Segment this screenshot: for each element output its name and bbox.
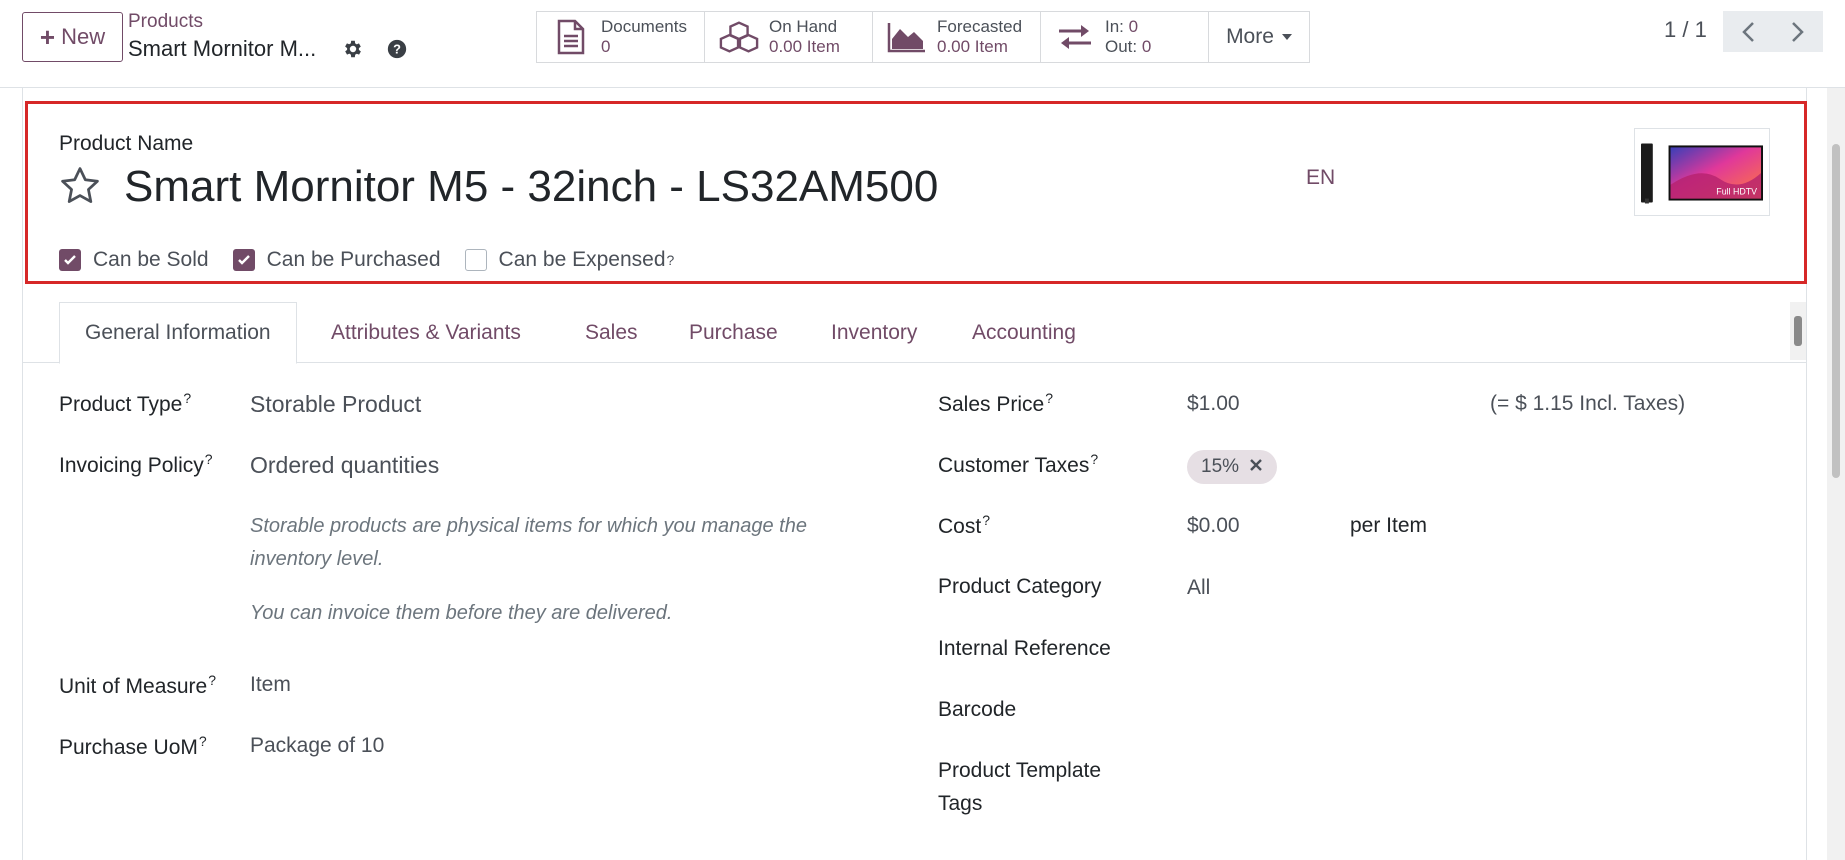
gear-icon[interactable] xyxy=(341,37,365,61)
out-label: Out: xyxy=(1105,37,1138,56)
tab-accounting[interactable]: Accounting xyxy=(972,302,1076,363)
pager-next-button[interactable] xyxy=(1773,11,1823,52)
pager-previous-button[interactable] xyxy=(1723,11,1773,52)
invoicing-policy-label: Invoicing Policy? xyxy=(59,451,213,477)
product-name-field[interactable]: Smart Mornitor M5 - 32inch - LS32AM500 xyxy=(124,162,938,212)
can-be-purchased-checkbox[interactable]: Can be Purchased xyxy=(232,248,441,272)
customer-taxes-label: Customer Taxes? xyxy=(938,451,1099,477)
product-image[interactable]: Full HDTV xyxy=(1634,128,1770,216)
chevron-left-icon xyxy=(1742,21,1754,42)
sales-price-incl-taxes: (= $ 1.15 Incl. Taxes) xyxy=(1490,392,1686,415)
more-dropdown[interactable]: More xyxy=(1209,12,1309,62)
template-tags-label-line1: Product Template xyxy=(938,759,1102,782)
can-be-sold-checkbox[interactable]: Can be Sold xyxy=(59,248,209,272)
help-tooltip-mark[interactable]: ? xyxy=(205,451,213,467)
plus-icon: + xyxy=(39,22,56,52)
tax-tag-label: 15% xyxy=(1201,456,1240,477)
cost-label: Cost? xyxy=(938,512,990,538)
product-category-label: Product Category xyxy=(938,575,1102,598)
stat-label: Forecasted xyxy=(937,17,1023,36)
chevron-right-icon xyxy=(1792,21,1804,42)
page-scrollbar[interactable] xyxy=(1827,88,1845,860)
product-type-help-text: Storable products are physical items for… xyxy=(250,515,807,570)
barcode-label: Barcode xyxy=(938,698,1017,721)
invoicing-help-text: You can invoice them before they are del… xyxy=(250,602,673,624)
checkbox-unchecked-icon xyxy=(464,249,487,271)
stat-value: 0.00 Item xyxy=(937,37,1008,56)
caret-down-icon xyxy=(1281,34,1292,40)
stat-value: 0.00 Item xyxy=(769,37,840,56)
on-hand-stat-button[interactable]: On Hand 0.00 Item xyxy=(705,12,873,62)
purchase-uom-field[interactable]: Package of 10 xyxy=(250,734,384,758)
stat-label: On Hand xyxy=(769,17,838,36)
svg-text:?: ? xyxy=(393,42,401,57)
product-type-label: Product Type? xyxy=(59,390,192,416)
product-category-field[interactable]: All xyxy=(1187,576,1210,600)
pager-value[interactable]: 1 / 1 xyxy=(1664,17,1707,43)
can-be-expensed-checkbox[interactable]: Can be Expensed? xyxy=(464,248,675,272)
product-type-select[interactable]: Storable Product xyxy=(250,391,421,418)
cost-unit-label: per Item xyxy=(1350,514,1428,537)
sales-price-field[interactable]: $1.00 xyxy=(1187,392,1240,416)
language-button[interactable]: EN xyxy=(1306,166,1335,190)
internal-reference-label: Internal Reference xyxy=(938,637,1111,660)
tab-general-information[interactable]: General Information xyxy=(59,302,297,364)
tax-tag[interactable]: 15% xyxy=(1187,450,1278,484)
control-panel: + New Products Smart Mornitor M... ? Doc… xyxy=(0,0,1845,88)
help-tooltip-mark[interactable]: ? xyxy=(199,733,207,749)
notebook-tabs: General Information Attributes & Variant… xyxy=(23,302,1806,364)
more-label: More xyxy=(1226,25,1274,48)
help-tooltip-mark[interactable]: ? xyxy=(667,252,675,268)
product-name-label: Product Name xyxy=(59,132,194,155)
cubes-icon xyxy=(719,19,759,55)
documents-stat-button[interactable]: Documents 0 xyxy=(537,12,705,62)
help-tooltip-mark[interactable]: ? xyxy=(982,512,990,528)
exchange-arrows-icon xyxy=(1055,19,1095,55)
tab-sales[interactable]: Sales xyxy=(585,302,638,363)
close-icon[interactable] xyxy=(1249,456,1263,478)
forecasted-stat-button[interactable]: Forecasted 0.00 Item xyxy=(873,12,1041,62)
product-flags: Can be Sold Can be Purchased Can be Expe… xyxy=(59,247,698,273)
purchase-uom-label: Purchase UoM? xyxy=(59,733,207,759)
stat-label: Documents xyxy=(601,17,687,36)
uom-field[interactable]: Item xyxy=(250,673,291,697)
stat-value: 0 xyxy=(601,37,611,56)
tab-inventory[interactable]: Inventory xyxy=(831,302,917,363)
new-button[interactable]: + New xyxy=(22,12,123,62)
checkbox-checked-icon xyxy=(232,249,255,271)
help-tooltip-mark[interactable]: ? xyxy=(1090,451,1098,467)
document-icon xyxy=(551,19,591,55)
tab-purchase[interactable]: Purchase xyxy=(689,302,778,363)
tab-attributes-variants[interactable]: Attributes & Variants xyxy=(331,302,521,363)
breadcrumb-current: Smart Mornitor M... xyxy=(128,36,317,61)
checkbox-label: Can be Expensed xyxy=(498,248,666,271)
template-tags-label-line2: Tags xyxy=(938,792,983,815)
help-tooltip-mark[interactable]: ? xyxy=(208,672,216,688)
checkbox-label: Can be Purchased xyxy=(266,248,441,271)
in-out-stat-button[interactable]: In: 0 Out: 0 xyxy=(1041,12,1209,62)
checkbox-checked-icon xyxy=(59,249,81,271)
help-tooltip-mark[interactable]: ? xyxy=(1045,390,1053,406)
help-tooltip-mark[interactable]: ? xyxy=(183,390,191,406)
image-caption: Full HDTV xyxy=(1716,187,1757,197)
tabs-scrollbar[interactable] xyxy=(1790,302,1806,360)
invoicing-policy-select[interactable]: Ordered quantities xyxy=(250,452,439,479)
stat-buttons: Documents 0 On Hand 0.00 Item Forecasted… xyxy=(536,11,1310,63)
star-icon[interactable] xyxy=(58,164,102,208)
help-circle-icon[interactable]: ? xyxy=(385,37,409,61)
area-chart-icon xyxy=(887,19,927,55)
sales-price-label: Sales Price? xyxy=(938,390,1054,416)
in-label: In: xyxy=(1105,17,1124,36)
out-value: 0 xyxy=(1141,37,1152,56)
new-button-label: New xyxy=(61,24,106,49)
uom-label: Unit of Measure? xyxy=(59,672,217,698)
checkbox-label: Can be Sold xyxy=(93,248,209,271)
cost-field[interactable]: $0.00 xyxy=(1187,514,1240,538)
breadcrumb-products[interactable]: Products xyxy=(128,11,203,33)
in-value: 0 xyxy=(1128,17,1139,36)
